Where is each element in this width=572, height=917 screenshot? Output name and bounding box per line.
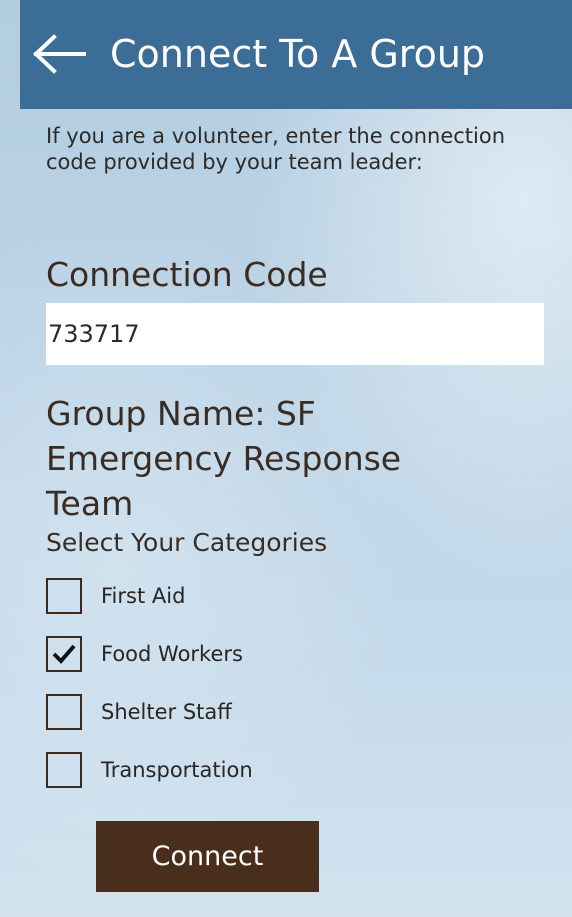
category-item-transportation[interactable]: Transportation: [46, 750, 253, 790]
category-checkbox[interactable]: [46, 694, 82, 730]
category-item-food-workers[interactable]: Food Workers: [46, 634, 243, 674]
category-checkbox[interactable]: [46, 578, 82, 614]
category-checkbox[interactable]: [46, 636, 82, 672]
category-checkbox[interactable]: [46, 752, 82, 788]
header-bar: Connect To A Group: [20, 0, 572, 109]
category-item-first-aid[interactable]: First Aid: [46, 576, 185, 616]
connect-to-group-screen: Connect To A Group If you are a voluntee…: [0, 0, 572, 917]
category-item-shelter-staff[interactable]: Shelter Staff: [46, 692, 232, 732]
page-title: Connect To A Group: [110, 32, 486, 76]
connect-button[interactable]: Connect: [96, 821, 319, 892]
left-arrow-icon: [33, 34, 86, 74]
back-button[interactable]: [30, 32, 90, 76]
categories-label: Select Your Categories: [46, 528, 328, 557]
connection-code-label: Connection Code: [46, 255, 328, 294]
category-label: Shelter Staff: [101, 700, 232, 724]
checkmark-icon: [52, 644, 76, 664]
group-name-text: Group Name: SF Emergency Response Team: [46, 394, 402, 523]
category-label: Food Workers: [101, 642, 243, 666]
instructions-text: If you are a volunteer, enter the connec…: [46, 124, 506, 174]
category-label: Transportation: [101, 758, 253, 782]
category-label: First Aid: [101, 584, 186, 608]
connection-code-input[interactable]: [46, 303, 544, 365]
